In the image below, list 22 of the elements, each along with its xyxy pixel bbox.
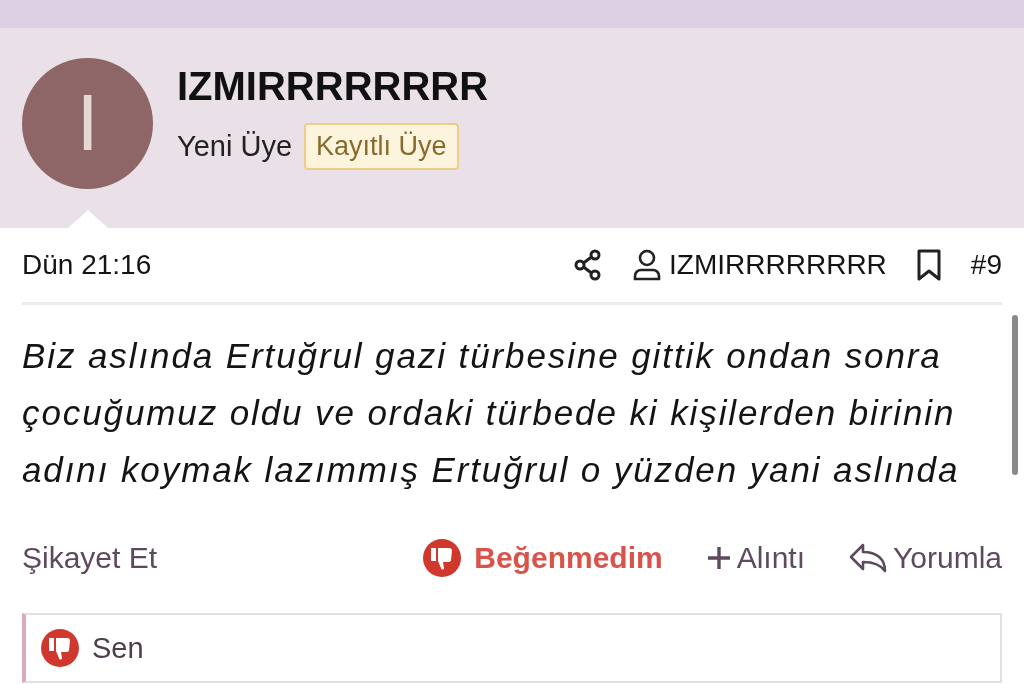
user-badge: Kayıtlı Üye: [304, 123, 459, 170]
plus-icon: [706, 546, 731, 570]
pointer-notch: [68, 210, 108, 228]
scrollbar[interactable]: [1012, 315, 1018, 475]
post-body: Biz aslında Ertuğrul gazi türbesine gittik ondan sonra çocuğumuz oldu ve ordaki türbede ki kişilerden birinin adını koymak lazımmış Ertuğrul o yüzden yani aslında: [22, 335, 961, 491]
post-author-link[interactable]: IZMIRRRRRRRR: [633, 249, 887, 281]
reply-arrow-icon: [849, 543, 888, 573]
thumbs-down-icon: [40, 628, 80, 668]
username[interactable]: IZMIRRRRRRRR: [177, 64, 489, 109]
avatar[interactable]: I: [22, 57, 153, 189]
thumbs-down-icon: [422, 538, 463, 578]
reaction-user: Sen: [92, 631, 144, 665]
bookmark-icon[interactable]: [916, 249, 941, 281]
user-title: Yeni Üye: [177, 130, 292, 163]
report-link[interactable]: Şikayet Et: [22, 541, 158, 575]
post-date[interactable]: Dün 21:16: [22, 249, 152, 281]
reply-link[interactable]: Yorumla: [849, 541, 1002, 575]
reactions-bar[interactable]: Sen: [22, 613, 1002, 683]
post-number[interactable]: #9: [970, 249, 1002, 281]
dislike-button[interactable]: Beğenmedim: [422, 538, 663, 578]
quote-link[interactable]: Alıntı: [706, 541, 806, 575]
user-icon: [633, 249, 662, 281]
